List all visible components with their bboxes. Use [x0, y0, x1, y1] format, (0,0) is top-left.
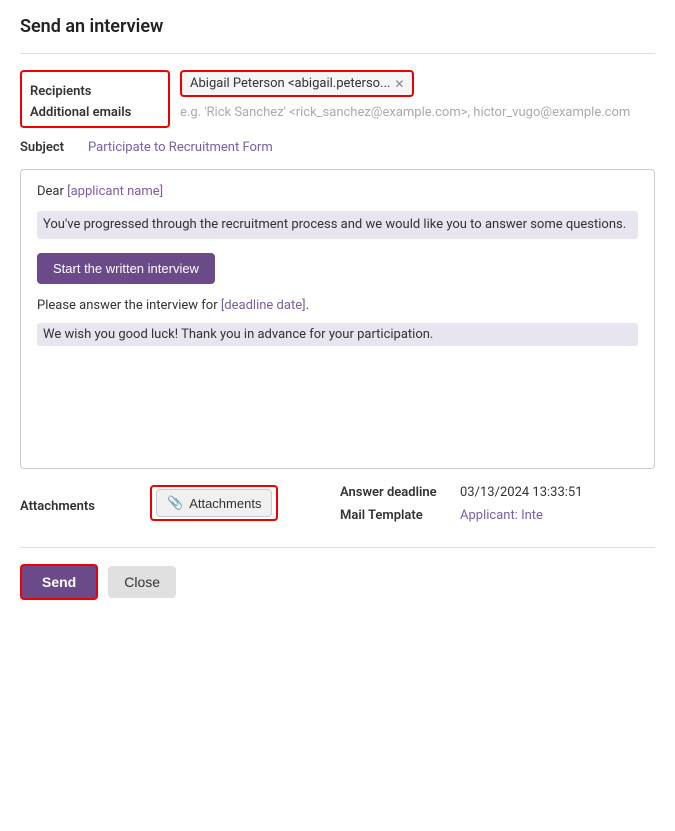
email-body[interactable]: Dear [applicant name] You've progressed … — [20, 169, 655, 469]
mail-template-row: Mail Template Applicant: Inte — [340, 508, 655, 523]
recipients-label: Recipients — [30, 78, 160, 99]
close-button[interactable]: Close — [108, 566, 176, 598]
answer-deadline-label: Answer deadline — [340, 485, 450, 500]
answer-deadline-value: 03/13/2024 13:33:51 — [460, 485, 583, 500]
send-interview-dialog: Send an interview Recipients Additional … — [0, 0, 675, 616]
recipient-tag[interactable]: Abigail Peterson <abigail.peterso... ✕ — [180, 70, 414, 97]
answer-deadline-row: Answer deadline 03/13/2024 13:33:51 — [340, 485, 655, 500]
deadline-text-after: . — [306, 298, 309, 313]
recipients-field: Abigail Peterson <abigail.peterso... ✕ e… — [180, 70, 655, 120]
dear-line: Dear [applicant name] — [37, 184, 638, 199]
paperclip-icon: 📎 — [167, 495, 183, 511]
dear-text: Dear — [37, 184, 67, 199]
deadline-text-before: Please answer the interview for — [37, 298, 221, 313]
subject-row: Subject Participate to Recruitment Form — [20, 140, 655, 155]
recipient-name: Abigail Peterson <abigail.peterso... — [190, 76, 390, 91]
applicant-name-placeholder: [applicant name] — [67, 184, 163, 199]
attachments-section: Attachments 📎 Attachments Answer deadlin… — [20, 485, 655, 531]
additional-emails-label: Additional emails — [30, 99, 160, 120]
additional-emails-input[interactable]: e.g. 'Rick Sanchez' <rick_sanchez@exampl… — [180, 105, 655, 120]
remove-recipient-icon[interactable]: ✕ — [394, 77, 404, 91]
start-interview-button[interactable]: Start the written interview — [37, 253, 215, 284]
attachments-label: Attachments — [20, 493, 150, 514]
page-title: Send an interview — [20, 16, 655, 37]
deadline-placeholder: [deadline date] — [221, 298, 306, 313]
attachments-button[interactable]: 📎 Attachments — [156, 489, 272, 517]
right-info: Answer deadline 03/13/2024 13:33:51 Mail… — [340, 485, 655, 531]
mail-template-label: Mail Template — [340, 508, 450, 523]
attachments-button-label: Attachments — [189, 496, 261, 511]
deadline-line: Please answer the interview for [deadlin… — [37, 298, 638, 313]
goodluck-line: We wish you good luck! Thank you in adva… — [37, 323, 638, 346]
left-attach: Attachments 📎 Attachments — [20, 485, 280, 521]
recipients-row: Recipients Additional emails Abigail Pet… — [20, 70, 655, 128]
attachments-btn-box: 📎 Attachments — [150, 485, 278, 521]
footer-row: Send Close — [20, 547, 655, 600]
recipients-label-box: Recipients Additional emails — [20, 70, 170, 128]
send-button[interactable]: Send — [20, 564, 98, 600]
body-paragraph-1: You've progressed through the recruitmen… — [37, 211, 638, 239]
subject-value[interactable]: Participate to Recruitment Form — [88, 140, 273, 155]
mail-template-value[interactable]: Applicant: Inte — [460, 508, 543, 523]
subject-label: Subject — [20, 140, 80, 155]
